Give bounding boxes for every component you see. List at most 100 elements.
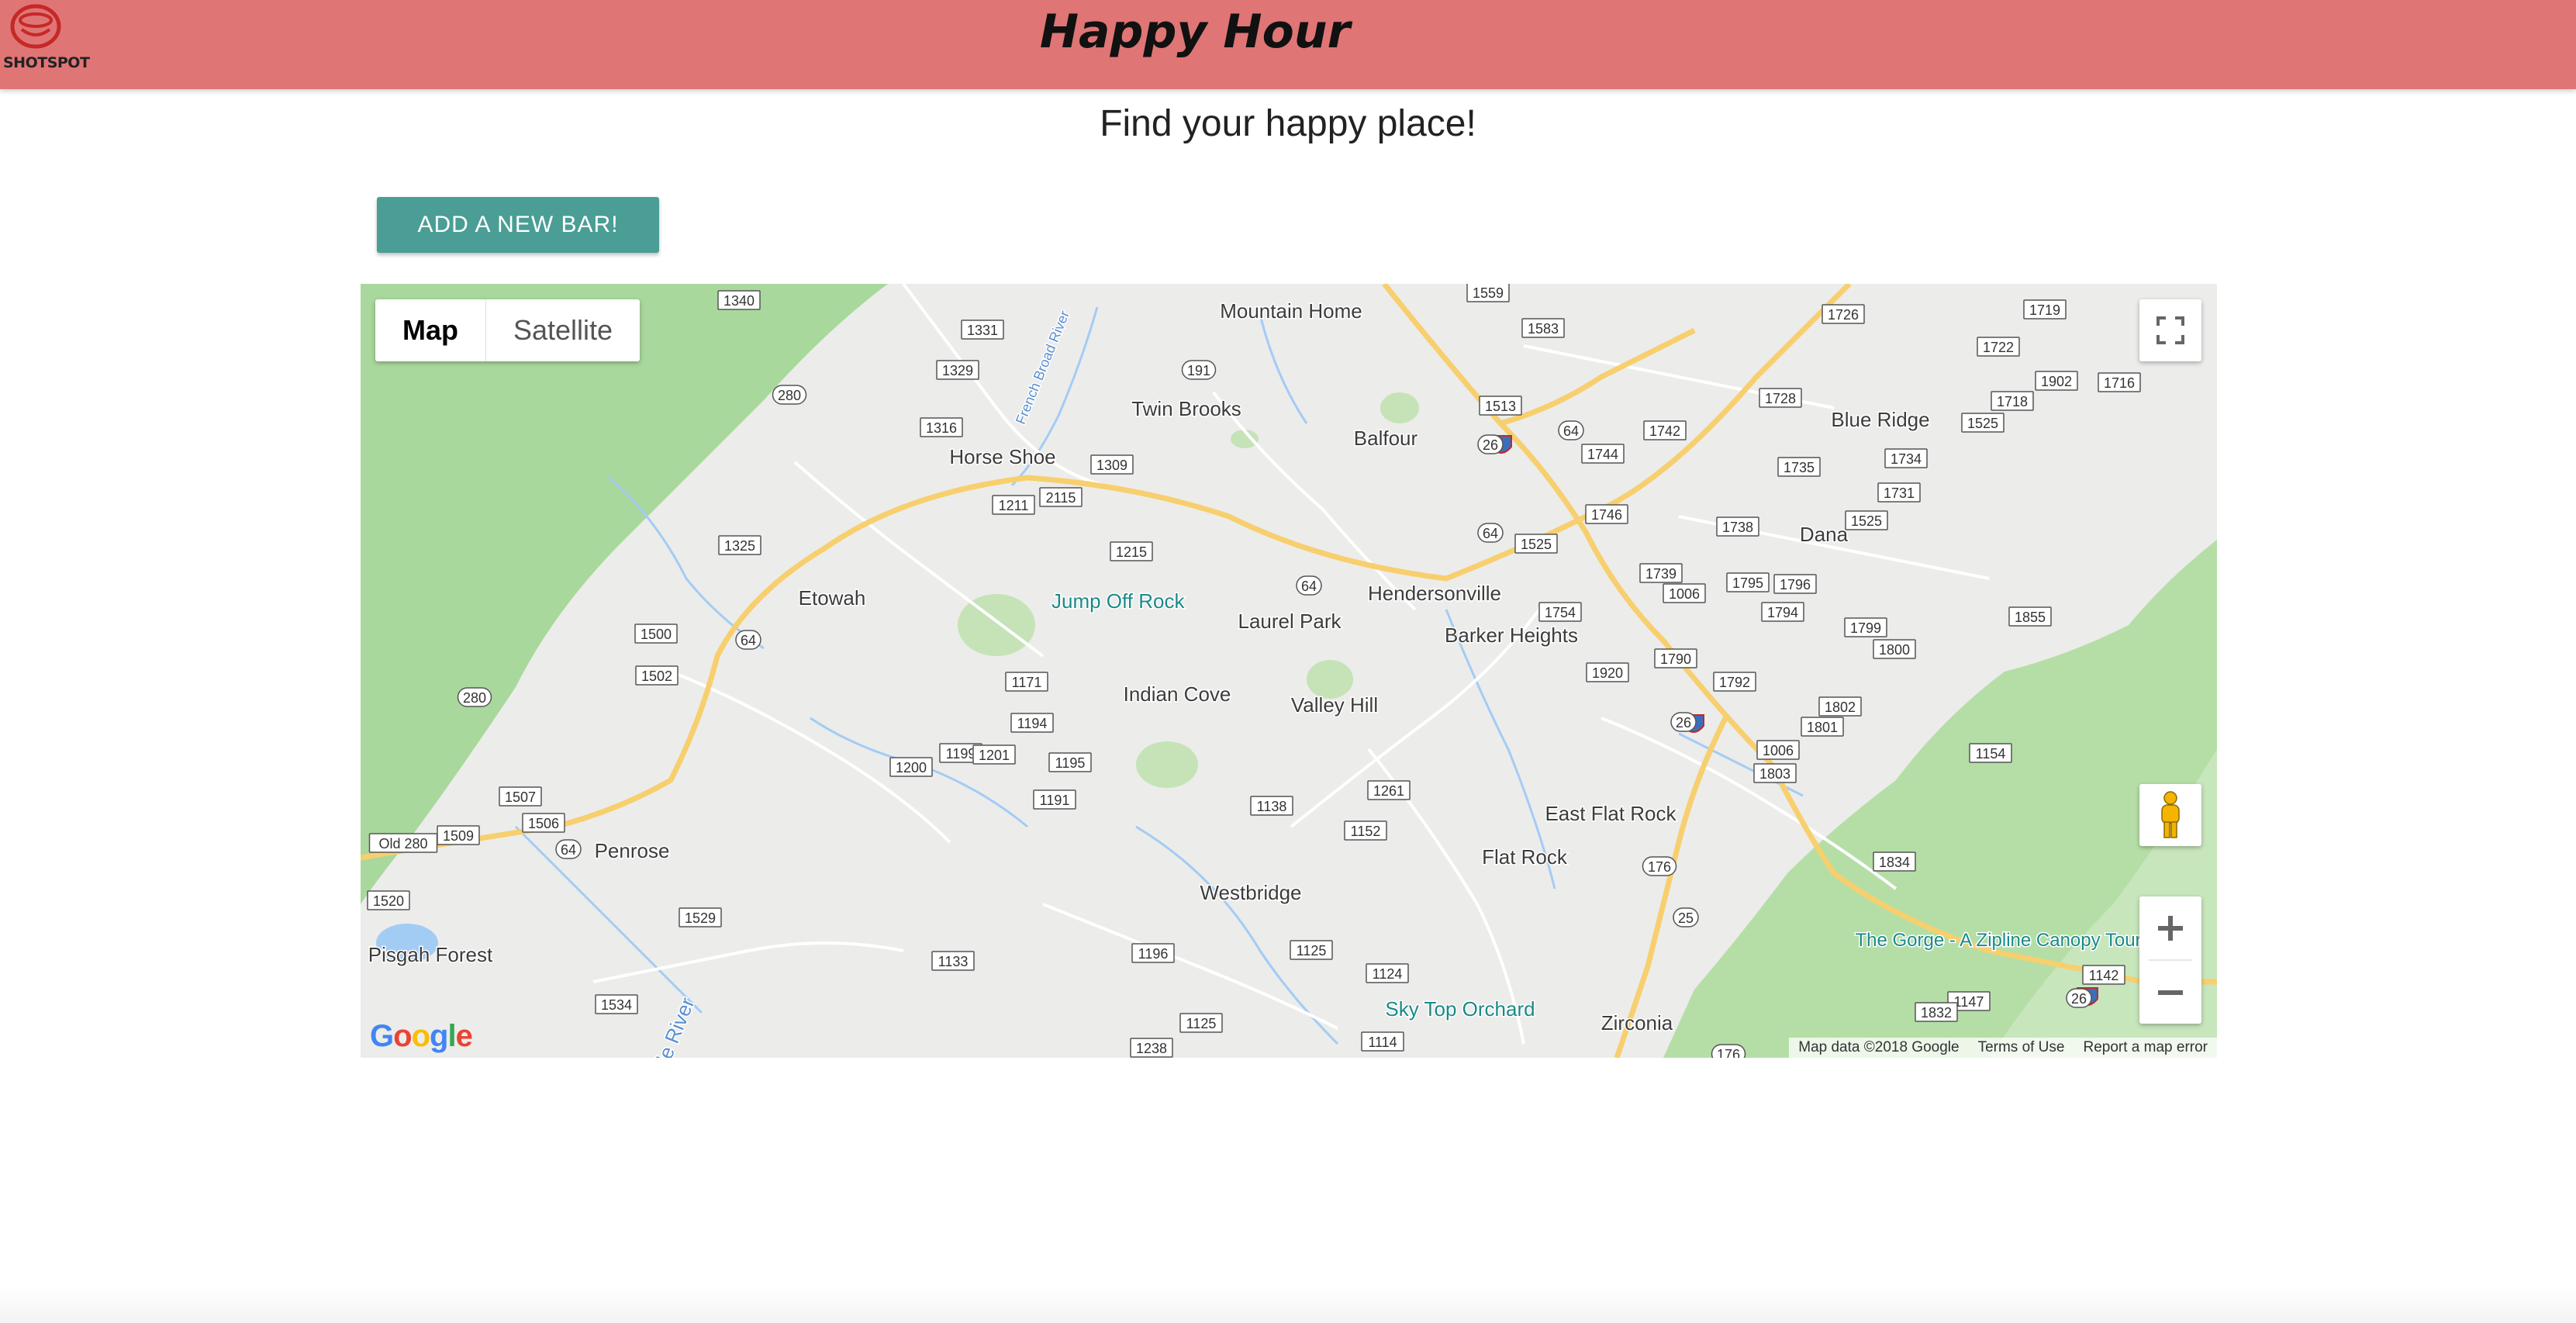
road-number-label: 1340: [717, 290, 761, 310]
road-number-label: 1125: [1290, 940, 1333, 960]
road-number-label: 280: [457, 687, 492, 707]
road-number-label: 1238: [1130, 1038, 1173, 1058]
map-type-map-button[interactable]: Map: [375, 299, 486, 361]
road-number-label: 1124: [1366, 963, 1409, 983]
road-number-label: 1507: [499, 786, 542, 807]
zoom-out-button[interactable]: [2139, 961, 2201, 1024]
pegman-icon: [2161, 791, 2180, 838]
svg-text:1583: 1583: [1528, 321, 1559, 337]
svg-text:1507: 1507: [505, 789, 536, 805]
svg-text:1506: 1506: [528, 816, 559, 831]
svg-text:1920: 1920: [1592, 665, 1623, 681]
google-map[interactable]: 1340 1559 1583 1726 1719 1331 1329 191 1722 1902 1…: [361, 284, 2217, 1058]
road-number-label: 1316: [920, 417, 963, 437]
road-number-label: 1722: [1977, 337, 2020, 357]
svg-text:1195: 1195: [1055, 755, 1086, 771]
svg-text:1513: 1513: [1485, 399, 1516, 414]
fullscreen-button[interactable]: [2139, 299, 2201, 361]
road-number-label: 191: [1181, 360, 1217, 380]
map-type-satellite-button[interactable]: Satellite: [486, 299, 640, 361]
svg-text:1500: 1500: [641, 627, 672, 642]
map-place-label: Flat Rock: [1482, 845, 1568, 869]
road-number-label: 1525: [1961, 413, 2005, 433]
map-canvas[interactable]: 1340 1559 1583 1726 1719 1331 1329 191 1722 1902 1…: [361, 284, 2217, 1058]
svg-text:1191: 1191: [1040, 793, 1070, 808]
add-new-bar-button[interactable]: ADD A NEW BAR!: [377, 197, 659, 253]
road-number-label: Old 280: [368, 833, 438, 853]
zoom-control: [2139, 896, 2201, 1024]
road-number-label: 1171: [1005, 672, 1048, 692]
road-number-label: 1509: [437, 825, 480, 845]
road-number-label: 64: [735, 630, 761, 650]
road-number-label: 1734: [1884, 448, 1928, 468]
road-number-label: 1726: [1822, 304, 1865, 324]
road-number-label: 64: [1477, 523, 1504, 543]
svg-text:25: 25: [1678, 910, 1694, 926]
map-data-text: Map data ©2018 Google: [1798, 1039, 1960, 1055]
svg-text:1201: 1201: [979, 748, 1010, 763]
svg-text:1738: 1738: [1722, 520, 1753, 535]
map-place-label: Dana: [1800, 523, 1849, 546]
map-place-label: Valley Hill: [1291, 693, 1378, 717]
svg-text:1520: 1520: [373, 893, 404, 909]
road-number-label: 1194: [1010, 713, 1054, 733]
svg-text:1855: 1855: [2015, 610, 2046, 625]
shotspot-logo[interactable]: SHOTSPOT: [3, 3, 90, 71]
road-number-label: 1520: [367, 890, 410, 910]
road-number-label: 1196: [1131, 943, 1175, 963]
svg-text:1800: 1800: [1879, 642, 1910, 658]
road-number-label: 1799: [1844, 617, 1887, 637]
svg-text:1722: 1722: [1983, 340, 2014, 355]
svg-text:1529: 1529: [685, 910, 716, 926]
map-type-control: Map Satellite: [375, 299, 641, 361]
app-header: SHOTSPOT Happy Hour: [0, 0, 2576, 89]
svg-text:1152: 1152: [1351, 824, 1381, 839]
svg-text:1746: 1746: [1591, 507, 1622, 523]
svg-text:1734: 1734: [1891, 451, 1922, 467]
zoom-in-button[interactable]: [2139, 896, 2201, 959]
road-number-label: 1716: [2098, 372, 2141, 392]
svg-text:1147: 1147: [1954, 994, 1984, 1010]
svg-text:2115: 2115: [1046, 490, 1076, 506]
street-view-pegman[interactable]: [2139, 784, 2201, 846]
svg-text:1125: 1125: [1297, 943, 1327, 959]
svg-text:1154: 1154: [1976, 746, 2006, 762]
road-number-label: 1902: [2035, 371, 2078, 391]
road-number-label: 176: [1711, 1044, 1746, 1058]
page-tagline: Find your happy place!: [1100, 103, 1476, 144]
map-place-label: Westbridge: [1200, 881, 1301, 904]
road-number-label: 1795: [1726, 572, 1770, 592]
road-number-label: 1834: [1873, 851, 1916, 872]
svg-text:1194: 1194: [1017, 716, 1048, 731]
road-number-label: 280: [772, 385, 807, 405]
svg-text:1200: 1200: [896, 760, 927, 775]
road-number-label: 1794: [1761, 602, 1804, 622]
svg-text:1731: 1731: [1884, 485, 1915, 501]
road-number-label: 1142: [2082, 965, 2125, 985]
road-number-label: 1200: [889, 757, 933, 777]
svg-text:280: 280: [778, 388, 801, 403]
road-number-label: 1744: [1581, 444, 1625, 464]
svg-text:1742: 1742: [1649, 423, 1680, 439]
svg-text:1325: 1325: [724, 538, 755, 554]
road-number-label: 1802: [1818, 696, 1862, 717]
road-number-label: 26: [1477, 434, 1504, 454]
svg-text:1728: 1728: [1765, 391, 1796, 406]
svg-text:1006: 1006: [1669, 586, 1700, 602]
road-number-label: 1738: [1716, 516, 1759, 537]
svg-text:1792: 1792: [1719, 675, 1750, 690]
road-number-label: 1502: [635, 665, 679, 686]
svg-text:1834: 1834: [1879, 855, 1910, 870]
svg-text:1196: 1196: [1138, 946, 1169, 962]
svg-text:1125: 1125: [1186, 1016, 1217, 1031]
svg-text:64: 64: [741, 633, 756, 648]
google-logo[interactable]: Google: [370, 1019, 473, 1054]
map-place-label: Jump Off Rock: [1051, 589, 1185, 613]
svg-text:1795: 1795: [1732, 575, 1763, 591]
svg-text:1340: 1340: [723, 293, 754, 309]
report-map-error-link[interactable]: Report a map error: [2074, 1038, 2217, 1058]
svg-text:176: 176: [1648, 859, 1671, 875]
road-number-label: 1790: [1654, 648, 1697, 668]
road-number-label: 1832: [1915, 1002, 1958, 1022]
terms-of-use-link[interactable]: Terms of Use: [1969, 1038, 2074, 1058]
